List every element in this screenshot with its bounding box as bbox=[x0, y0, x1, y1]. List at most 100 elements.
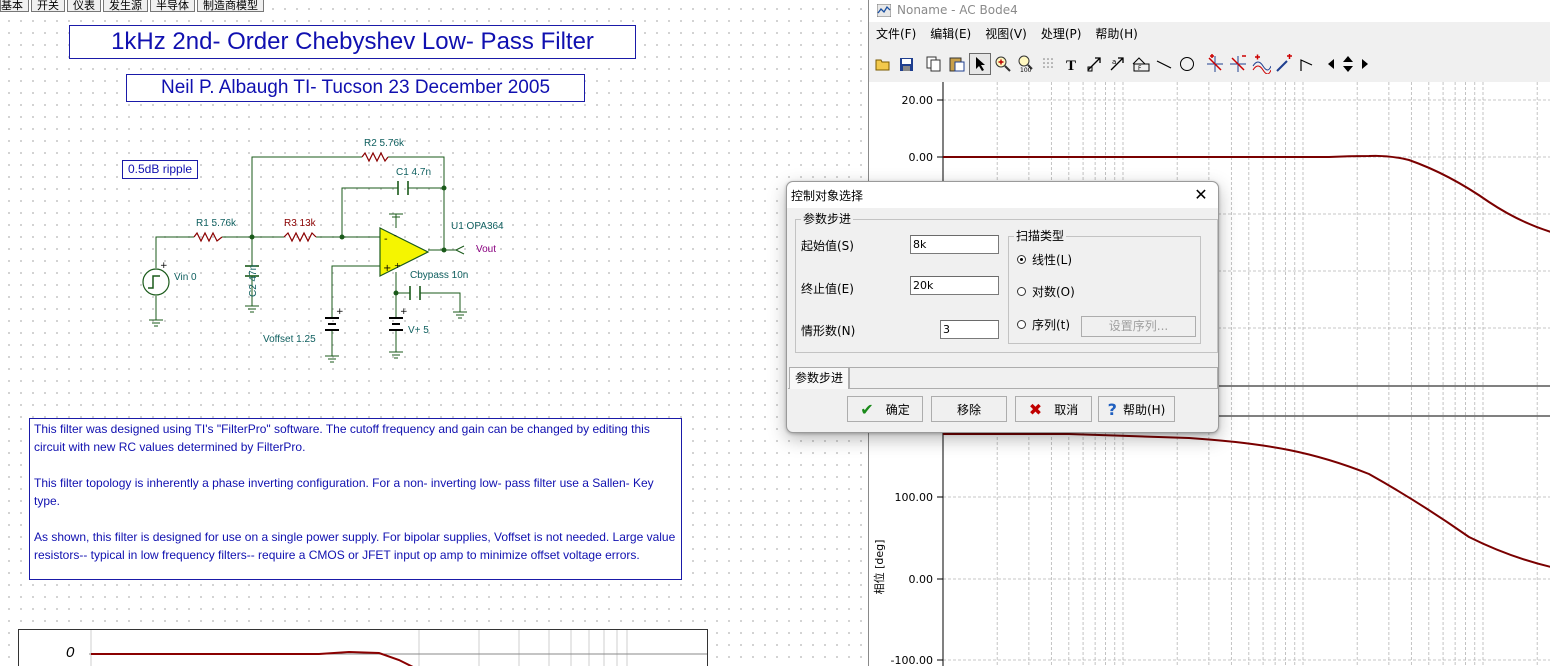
menu-help[interactable]: 帮助(H) bbox=[1088, 25, 1144, 43]
dialog-titlebar[interactable]: 控制对象选择 ✕ bbox=[787, 182, 1218, 208]
nav-left-icon[interactable] bbox=[1324, 53, 1338, 75]
help-label: 帮助(H) bbox=[1122, 402, 1166, 417]
radio-linear[interactable]: 线性(L) bbox=[1017, 251, 1072, 268]
arrow-tool2-icon[interactable]: a bbox=[1107, 53, 1129, 75]
svg-text:+: + bbox=[160, 261, 168, 271]
phase-tick-label: 100.00 bbox=[895, 491, 934, 504]
ok-label: 确定 bbox=[885, 402, 910, 417]
radio-list[interactable]: 序列(t) bbox=[1017, 316, 1070, 333]
radio-linear-indicator bbox=[1017, 255, 1026, 264]
set-list-button: 设置序列... bbox=[1081, 316, 1196, 337]
note-paragraph: This filter was designed using TI's "Fil… bbox=[34, 422, 650, 454]
radio-log-indicator bbox=[1017, 287, 1026, 296]
label-r2: R2 5.76k bbox=[364, 138, 405, 149]
note-paragraph: As shown, this filter is designed for us… bbox=[34, 530, 676, 562]
bode-window-title: Noname - AC Bode4 bbox=[897, 3, 1018, 17]
label-voffset: Voffset 1.25 bbox=[263, 334, 316, 345]
close-icon[interactable]: ✕ bbox=[1189, 183, 1213, 207]
label-vin: Vin 0 bbox=[174, 272, 197, 283]
radio-linear-label: 线性(L) bbox=[1032, 253, 1073, 267]
bode-toolbar: 100 T a F bbox=[872, 50, 1373, 78]
mini-bode-plot bbox=[18, 629, 708, 666]
paste-icon[interactable] bbox=[946, 53, 968, 75]
nav-updown-icon[interactable] bbox=[1339, 53, 1357, 75]
label-c1: C1 4.7n bbox=[396, 167, 432, 178]
menu-process[interactable]: 处理(P) bbox=[1034, 25, 1089, 43]
svg-text:100: 100 bbox=[1020, 67, 1032, 73]
marker-icon[interactable] bbox=[1296, 53, 1318, 75]
ok-button[interactable]: ✔ 确定 bbox=[847, 396, 923, 422]
dialog-title: 控制对象选择 bbox=[791, 189, 864, 203]
mini-plot-tick: 0 bbox=[66, 644, 75, 661]
help-icon: ? bbox=[1107, 399, 1117, 419]
count-label: 情形数(N) bbox=[801, 324, 856, 338]
arrow-tool-icon[interactable] bbox=[1084, 53, 1106, 75]
count-input[interactable]: 3 bbox=[940, 320, 999, 339]
line-icon[interactable] bbox=[1153, 53, 1175, 75]
copy-icon[interactable] bbox=[923, 53, 945, 75]
param-step-caption: 参数步进 bbox=[801, 212, 854, 226]
svg-text:T: T bbox=[1066, 58, 1076, 72]
menu-view[interactable]: 视图(V) bbox=[978, 25, 1034, 43]
svg-text:-: - bbox=[394, 231, 397, 240]
save-icon[interactable] bbox=[895, 53, 917, 75]
zoom-in-icon[interactable] bbox=[992, 53, 1014, 75]
schematic-canvas[interactable]: 基本 开关 仪表 发生源 半导体 制造商模型 1kHz 2nd- Order C… bbox=[0, 0, 868, 666]
tab-param-step[interactable]: 参数步进 bbox=[789, 367, 849, 389]
note-paragraph: This filter topology is inherently a pha… bbox=[34, 476, 654, 508]
open-icon[interactable] bbox=[872, 53, 894, 75]
help-button[interactable]: ? 帮助(H) bbox=[1098, 396, 1175, 422]
label-r1: R1 5.76k bbox=[196, 218, 237, 229]
remove-label: 移除 bbox=[956, 402, 981, 417]
circle-icon[interactable] bbox=[1176, 53, 1198, 75]
label-u1: U1 OPA364 bbox=[451, 221, 504, 232]
label-c2: C2 47n bbox=[248, 264, 259, 297]
grid-icon[interactable] bbox=[1038, 53, 1060, 75]
phase-curve bbox=[943, 433, 1550, 568]
pointer-icon[interactable] bbox=[969, 53, 991, 75]
svg-text:+: + bbox=[383, 263, 391, 274]
bode-titlebar[interactable]: Noname - AC Bode4 bbox=[869, 0, 1550, 22]
phase-axis-label: 相位 [deg] bbox=[872, 540, 886, 595]
text-icon[interactable]: T bbox=[1061, 53, 1083, 75]
sweep-type-caption: 扫描类型 bbox=[1014, 229, 1067, 243]
radio-list-label: 序列(t) bbox=[1032, 318, 1071, 332]
gain-tick-label: 0.00 bbox=[909, 151, 934, 164]
menu-edit[interactable]: 编辑(E) bbox=[923, 25, 978, 43]
cancel-button[interactable]: ✖ 取消 bbox=[1015, 396, 1092, 422]
end-value-label: 终止值(E) bbox=[801, 282, 854, 296]
bode-menubar: 文件(F) 编辑(E) 视图(V) 处理(P) 帮助(H) bbox=[869, 25, 1145, 43]
cancel-label: 取消 bbox=[1054, 402, 1079, 417]
cursor-a-icon[interactable] bbox=[1204, 53, 1226, 75]
svg-text:a: a bbox=[1112, 58, 1116, 66]
nav-right-icon[interactable] bbox=[1358, 53, 1372, 75]
add-curve-icon[interactable] bbox=[1250, 53, 1272, 75]
bode-app-icon bbox=[877, 4, 891, 17]
svg-text:-: - bbox=[384, 234, 388, 245]
probe-icon[interactable] bbox=[1273, 53, 1295, 75]
tab-divider bbox=[788, 388, 1218, 389]
svg-text:F: F bbox=[1138, 65, 1142, 72]
svg-text:+: + bbox=[336, 307, 344, 317]
tab-strip bbox=[849, 367, 1218, 388]
remove-button[interactable]: 移除 bbox=[931, 396, 1007, 422]
check-icon: ✔ bbox=[860, 399, 874, 419]
zoom-100-icon[interactable]: 100 bbox=[1015, 53, 1037, 75]
label-vout: Vout bbox=[476, 244, 497, 255]
phase-tick-label: -100.00 bbox=[891, 654, 933, 666]
gain-tick-label: 20.00 bbox=[902, 94, 934, 107]
label-icon[interactable]: F bbox=[1130, 53, 1152, 75]
start-value-input[interactable]: 8k bbox=[910, 235, 999, 254]
radio-log[interactable]: 对数(O) bbox=[1017, 283, 1075, 300]
radio-list-indicator bbox=[1017, 320, 1026, 329]
radio-log-label: 对数(O) bbox=[1032, 285, 1075, 299]
cursor-b-icon[interactable] bbox=[1227, 53, 1249, 75]
phase-tick-label: 0.00 bbox=[909, 573, 934, 586]
cross-icon: ✖ bbox=[1028, 399, 1043, 419]
label-r3: R3 13k bbox=[284, 218, 316, 229]
design-notes: This filter was designed using TI's "Fil… bbox=[29, 418, 682, 580]
menu-file[interactable]: 文件(F) bbox=[869, 25, 923, 43]
start-value-label: 起始值(S) bbox=[801, 239, 854, 253]
end-value-input[interactable]: 20k bbox=[910, 276, 999, 295]
label-vplus: V+ 5 bbox=[408, 325, 429, 336]
